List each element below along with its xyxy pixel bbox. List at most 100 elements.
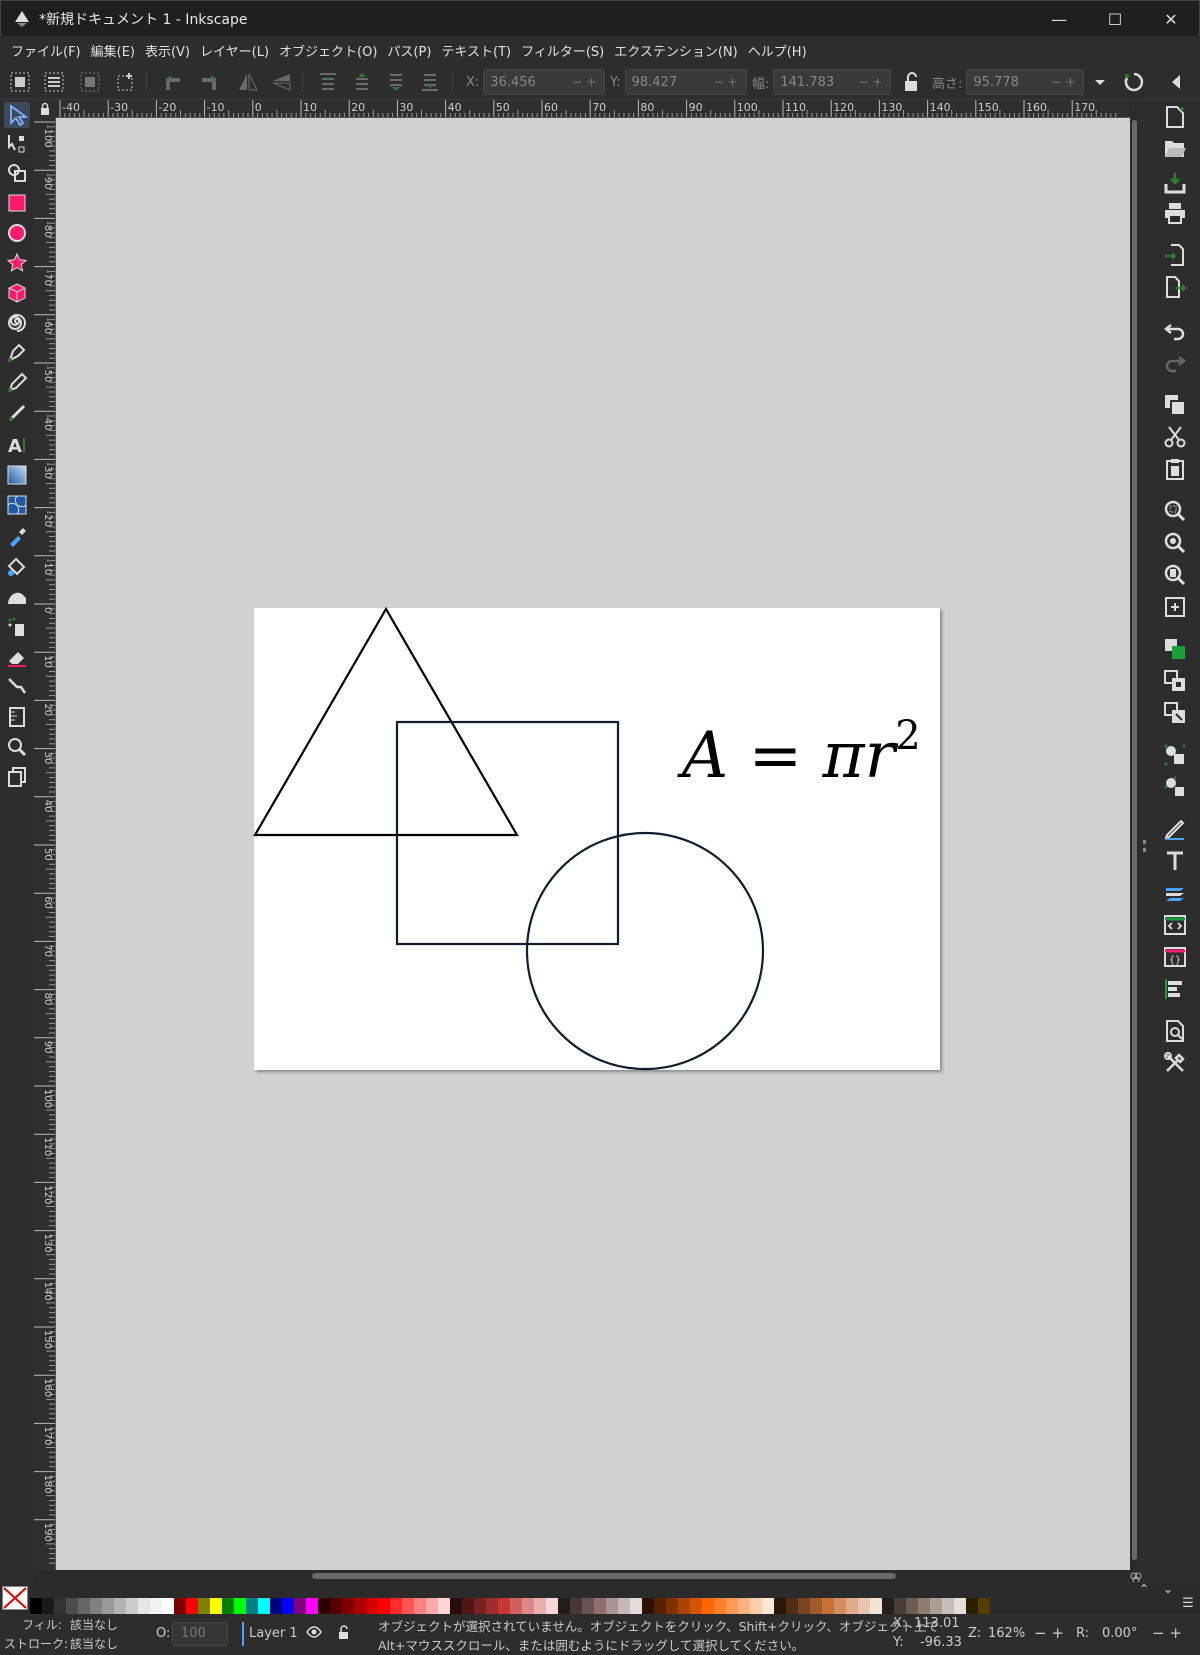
spray-tool-icon[interactable]	[4, 614, 30, 640]
selectors-css-icon[interactable]: {}	[1162, 944, 1188, 970]
color-swatch[interactable]	[222, 1598, 234, 1614]
formula-text[interactable]: A = πr2	[682, 716, 921, 788]
x-stepper[interactable]: −+	[572, 75, 600, 89]
color-swatch[interactable]	[666, 1598, 678, 1614]
vertical-scroll-thumb[interactable]	[1132, 120, 1137, 1560]
color-swatch[interactable]	[762, 1598, 774, 1614]
print-icon[interactable]	[1162, 200, 1188, 226]
stroke-value[interactable]: 該当なし	[70, 1635, 118, 1652]
menu-object[interactable]: オブジェクト(O)	[274, 41, 382, 60]
color-swatch[interactable]	[918, 1598, 930, 1614]
color-swatch[interactable]	[414, 1598, 426, 1614]
dropper-tool-icon[interactable]	[4, 524, 30, 550]
dock-grip-icon[interactable]	[1143, 840, 1146, 852]
menu-view[interactable]: 表示(V)	[140, 41, 195, 60]
deselect-icon[interactable]	[114, 70, 138, 94]
3d-box-tool-icon[interactable]	[4, 280, 30, 306]
color-swatch[interactable]	[582, 1598, 594, 1614]
color-swatch[interactable]	[426, 1598, 438, 1614]
menu-text[interactable]: テキスト(T)	[436, 41, 516, 60]
color-swatch[interactable]	[702, 1598, 714, 1614]
color-swatch[interactable]	[450, 1598, 462, 1614]
circle-tool-icon[interactable]	[4, 220, 30, 246]
xml-editor-icon[interactable]	[1162, 912, 1188, 938]
node-tool-icon[interactable]	[4, 130, 30, 156]
color-swatch[interactable]	[846, 1598, 858, 1614]
rotate-stepper[interactable]: − +	[1152, 1624, 1182, 1642]
color-swatch[interactable]	[834, 1598, 846, 1614]
cut-icon[interactable]	[1162, 424, 1188, 450]
zoom-selection-icon[interactable]	[1162, 498, 1188, 524]
rotate-value[interactable]: 0.00°	[1102, 1626, 1137, 1641]
color-swatch[interactable]	[474, 1598, 486, 1614]
export-icon[interactable]	[1162, 274, 1188, 300]
color-swatch[interactable]	[954, 1598, 966, 1614]
width-input[interactable]: 141.783 −+	[773, 69, 892, 95]
color-swatch[interactable]	[654, 1598, 666, 1614]
color-swatch[interactable]	[294, 1598, 306, 1614]
color-swatch[interactable]	[810, 1598, 822, 1614]
color-swatch[interactable]	[258, 1598, 270, 1614]
calligraphy-tool-icon[interactable]	[4, 400, 30, 426]
color-swatch[interactable]	[558, 1598, 570, 1614]
color-swatch[interactable]	[486, 1598, 498, 1614]
menu-layer[interactable]: レイヤー(L)	[195, 41, 274, 60]
color-swatch[interactable]	[594, 1598, 606, 1614]
color-swatch[interactable]	[150, 1598, 162, 1614]
eraser-tool-icon[interactable]	[4, 644, 30, 670]
color-swatch[interactable]	[378, 1598, 390, 1614]
rotate-cw-icon[interactable]	[196, 70, 220, 94]
color-swatch[interactable]	[546, 1598, 558, 1614]
y-stepper[interactable]: −+	[714, 75, 742, 89]
color-swatch[interactable]	[78, 1598, 90, 1614]
color-swatch[interactable]	[162, 1598, 174, 1614]
shape-builder-icon[interactable]	[4, 160, 30, 186]
color-swatch[interactable]	[930, 1598, 942, 1614]
color-swatch[interactable]	[978, 1598, 990, 1614]
measure-tool-icon[interactable]	[4, 704, 30, 730]
zoom-drawing-icon[interactable]	[1162, 530, 1188, 556]
y-input[interactable]: 98.427 −+	[624, 69, 747, 95]
menu-edit[interactable]: 編集(E)	[86, 41, 140, 60]
zoom-center-icon[interactable]	[1162, 594, 1188, 620]
x-input[interactable]: 36.456 −+	[483, 69, 606, 95]
mesh-tool-icon[interactable]	[4, 492, 30, 518]
menu-path[interactable]: パス(P)	[382, 41, 436, 60]
color-swatch[interactable]	[90, 1598, 102, 1614]
palette-menu-icon[interactable]: ☰	[1180, 1596, 1196, 1612]
color-swatch[interactable]	[390, 1598, 402, 1614]
canvas[interactable]: A = πr2	[56, 118, 1130, 1570]
horizontal-scrollbar[interactable]	[56, 1570, 1130, 1582]
color-swatch[interactable]	[438, 1598, 450, 1614]
color-swatch[interactable]	[894, 1598, 906, 1614]
color-swatch[interactable]	[570, 1598, 582, 1614]
color-swatch[interactable]	[198, 1598, 210, 1614]
transform-toggle-icon[interactable]	[1122, 70, 1146, 94]
palette-scroll-up-icon[interactable]: ⌃	[1136, 1582, 1152, 1598]
star-tool-icon[interactable]	[4, 250, 30, 276]
color-swatch[interactable]	[522, 1598, 534, 1614]
gradient-tool-icon[interactable]	[4, 462, 30, 488]
menu-extensions[interactable]: エクステンション(N)	[609, 41, 742, 60]
vertical-scrollbar[interactable]	[1130, 118, 1140, 1570]
color-swatch[interactable]	[174, 1598, 186, 1614]
color-swatch[interactable]	[822, 1598, 834, 1614]
color-swatch[interactable]	[714, 1598, 726, 1614]
group-icon[interactable]	[1162, 742, 1188, 768]
selector-tool-icon[interactable]	[4, 102, 30, 128]
paint-bucket-icon[interactable]	[4, 554, 30, 580]
tweak-tool-icon[interactable]	[4, 584, 30, 610]
new-document-icon[interactable]	[1162, 104, 1188, 130]
color-swatch[interactable]	[630, 1598, 642, 1614]
menu-file[interactable]: ファイル(F)	[6, 41, 86, 60]
color-swatch[interactable]	[282, 1598, 294, 1614]
menu-help[interactable]: ヘルプ(H)	[743, 41, 812, 60]
raise-to-top-icon[interactable]	[316, 70, 340, 94]
flip-horizontal-icon[interactable]	[236, 70, 260, 94]
color-swatch[interactable]	[138, 1598, 150, 1614]
text-tool-icon[interactable]: A	[4, 432, 30, 458]
color-swatch[interactable]	[786, 1598, 798, 1614]
circle-shape[interactable]	[525, 831, 765, 1071]
pencil-tool-icon[interactable]	[4, 370, 30, 396]
raise-icon[interactable]	[350, 70, 374, 94]
